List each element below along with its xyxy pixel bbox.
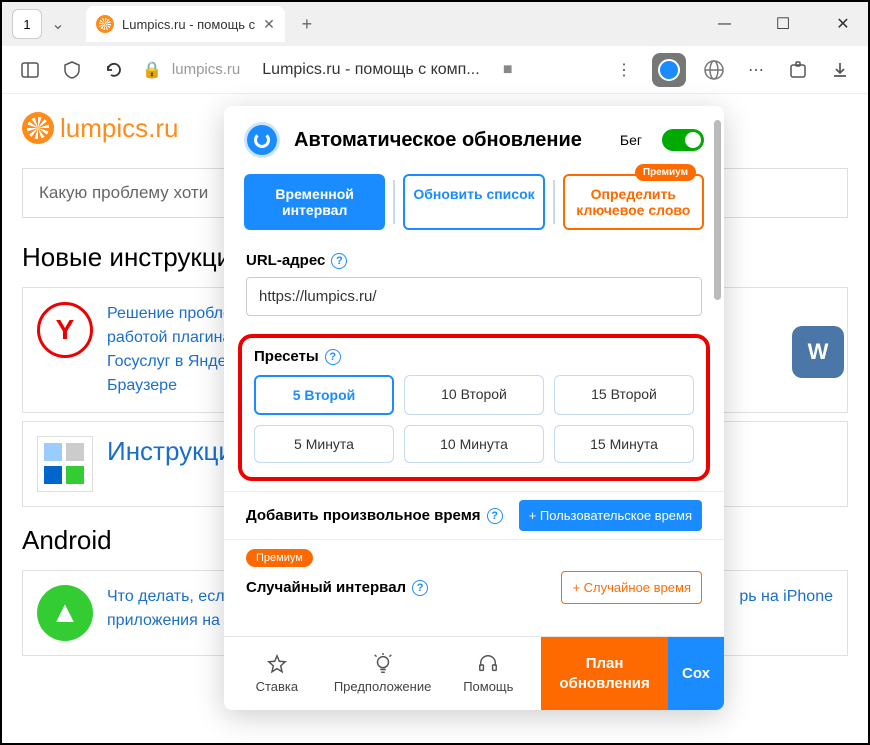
side-panel-icon[interactable] <box>16 56 44 84</box>
tab-title: Lumpics.ru - помощь с <box>122 17 255 32</box>
footer-help-label: Помощь <box>463 679 513 694</box>
apps-grid-icon <box>37 436 93 492</box>
url-domain: lumpics.ru <box>172 61 240 78</box>
popup-title: Автоматическое обновление <box>294 129 606 152</box>
android-icon: ▲ <box>37 585 93 641</box>
tab-refresh-list[interactable]: Обновить список <box>403 174 544 230</box>
refresh-logo-icon <box>244 122 280 158</box>
headset-icon <box>477 653 499 675</box>
footer-suggest[interactable]: Предположение <box>330 637 436 710</box>
url-input[interactable]: https://lumpics.ru/ <box>246 277 702 316</box>
browser-tabbar: 1 ⌄ Lumpics.ru - помощь с ✕ + <box>4 4 718 44</box>
url-label: URL-адрес <box>246 252 325 269</box>
download-icon[interactable] <box>826 56 854 84</box>
run-label: Бег <box>620 132 642 148</box>
preset-10-minute[interactable]: 10 Минута <box>404 425 544 463</box>
tab-group-chevron-icon[interactable]: ⌄ <box>46 14 70 34</box>
preset-10-second[interactable]: 10 Второй <box>404 375 544 415</box>
footer-suggest-label: Предположение <box>334 679 432 694</box>
kebab-menu-icon[interactable]: ⋮ <box>610 56 638 84</box>
tab-keyword[interactable]: Премиум Определить ключевое слово <box>563 174 704 230</box>
premium-badge: Премиум <box>246 549 313 567</box>
custom-time-label: Добавить произвольное время <box>246 507 481 524</box>
close-window-button[interactable]: ✕ <box>828 9 858 39</box>
star-icon <box>266 653 288 675</box>
help-icon[interactable]: ? <box>325 349 341 365</box>
browser-tab[interactable]: Lumpics.ru - помощь с ✕ <box>86 6 285 42</box>
lightbulb-icon <box>372 653 394 675</box>
footer-save-button[interactable]: Сох <box>668 637 724 710</box>
add-custom-time-button[interactable]: + Пользовательское время <box>519 500 702 531</box>
preset-15-minute[interactable]: 15 Минута <box>554 425 694 463</box>
more-menu-icon[interactable]: ⋯ <box>742 56 770 84</box>
add-random-time-button[interactable]: + Случайное время <box>561 571 702 604</box>
presets-highlight: Пресеты? 5 Второй 10 Второй 15 Второй 5 … <box>238 334 710 481</box>
logo-text: lumpics.ru <box>60 113 178 144</box>
shield-icon[interactable] <box>58 56 86 84</box>
url-page-title: Lumpics.ru - помощь с комп... <box>262 61 479 79</box>
article-link-right[interactable]: рь на iPhone <box>739 585 833 609</box>
run-toggle[interactable] <box>662 129 704 151</box>
globe-icon[interactable] <box>700 56 728 84</box>
tab-interval[interactable]: Временной интервал <box>244 174 385 230</box>
lock-icon: 🔒 <box>142 60 162 80</box>
help-icon[interactable]: ? <box>412 580 428 596</box>
preset-5-minute[interactable]: 5 Минута <box>254 425 394 463</box>
close-tab-icon[interactable]: ✕ <box>263 16 275 33</box>
tab-group-count[interactable]: 1 <box>12 9 42 39</box>
footer-rate-label: Ставка <box>256 679 299 694</box>
help-icon[interactable]: ? <box>331 253 347 269</box>
tab-keyword-label: Определить ключевое слово <box>576 186 690 218</box>
help-icon[interactable]: ? <box>487 508 503 524</box>
presets-label: Пресеты <box>254 348 319 365</box>
yandex-browser-icon: Y <box>37 302 93 358</box>
vk-share-button[interactable]: W <box>792 326 844 378</box>
address-bar: 🔒 lumpics.ru Lumpics.ru - помощь с комп.… <box>2 46 868 94</box>
premium-badge: Премиум <box>635 164 696 181</box>
footer-upgrade-plan[interactable]: План обновления <box>541 637 668 710</box>
new-tab-button[interactable]: + <box>293 10 321 38</box>
extensions-icon[interactable] <box>784 56 812 84</box>
extension-popup: Автоматическое обновление Бег Временной … <box>224 106 724 710</box>
bookmark-icon[interactable]: ■ <box>494 56 522 84</box>
preset-5-second[interactable]: 5 Второй <box>254 375 394 415</box>
maximize-button[interactable]: ☐ <box>768 9 798 39</box>
footer-help[interactable]: Помощь <box>435 637 541 710</box>
popup-footer: Ставка Предположение Помощь План обновле… <box>224 636 724 710</box>
url-box[interactable]: 🔒 lumpics.ru <box>142 60 240 80</box>
footer-rate[interactable]: Ставка <box>224 637 330 710</box>
popup-scrollbar[interactable] <box>714 120 721 300</box>
reload-icon[interactable] <box>100 56 128 84</box>
preset-15-second[interactable]: 15 Второй <box>554 375 694 415</box>
logo-icon <box>22 112 54 144</box>
favicon-icon <box>96 15 114 33</box>
extension-autorefresh-icon[interactable] <box>652 53 686 87</box>
random-interval-label: Случайный интервал <box>246 579 406 596</box>
